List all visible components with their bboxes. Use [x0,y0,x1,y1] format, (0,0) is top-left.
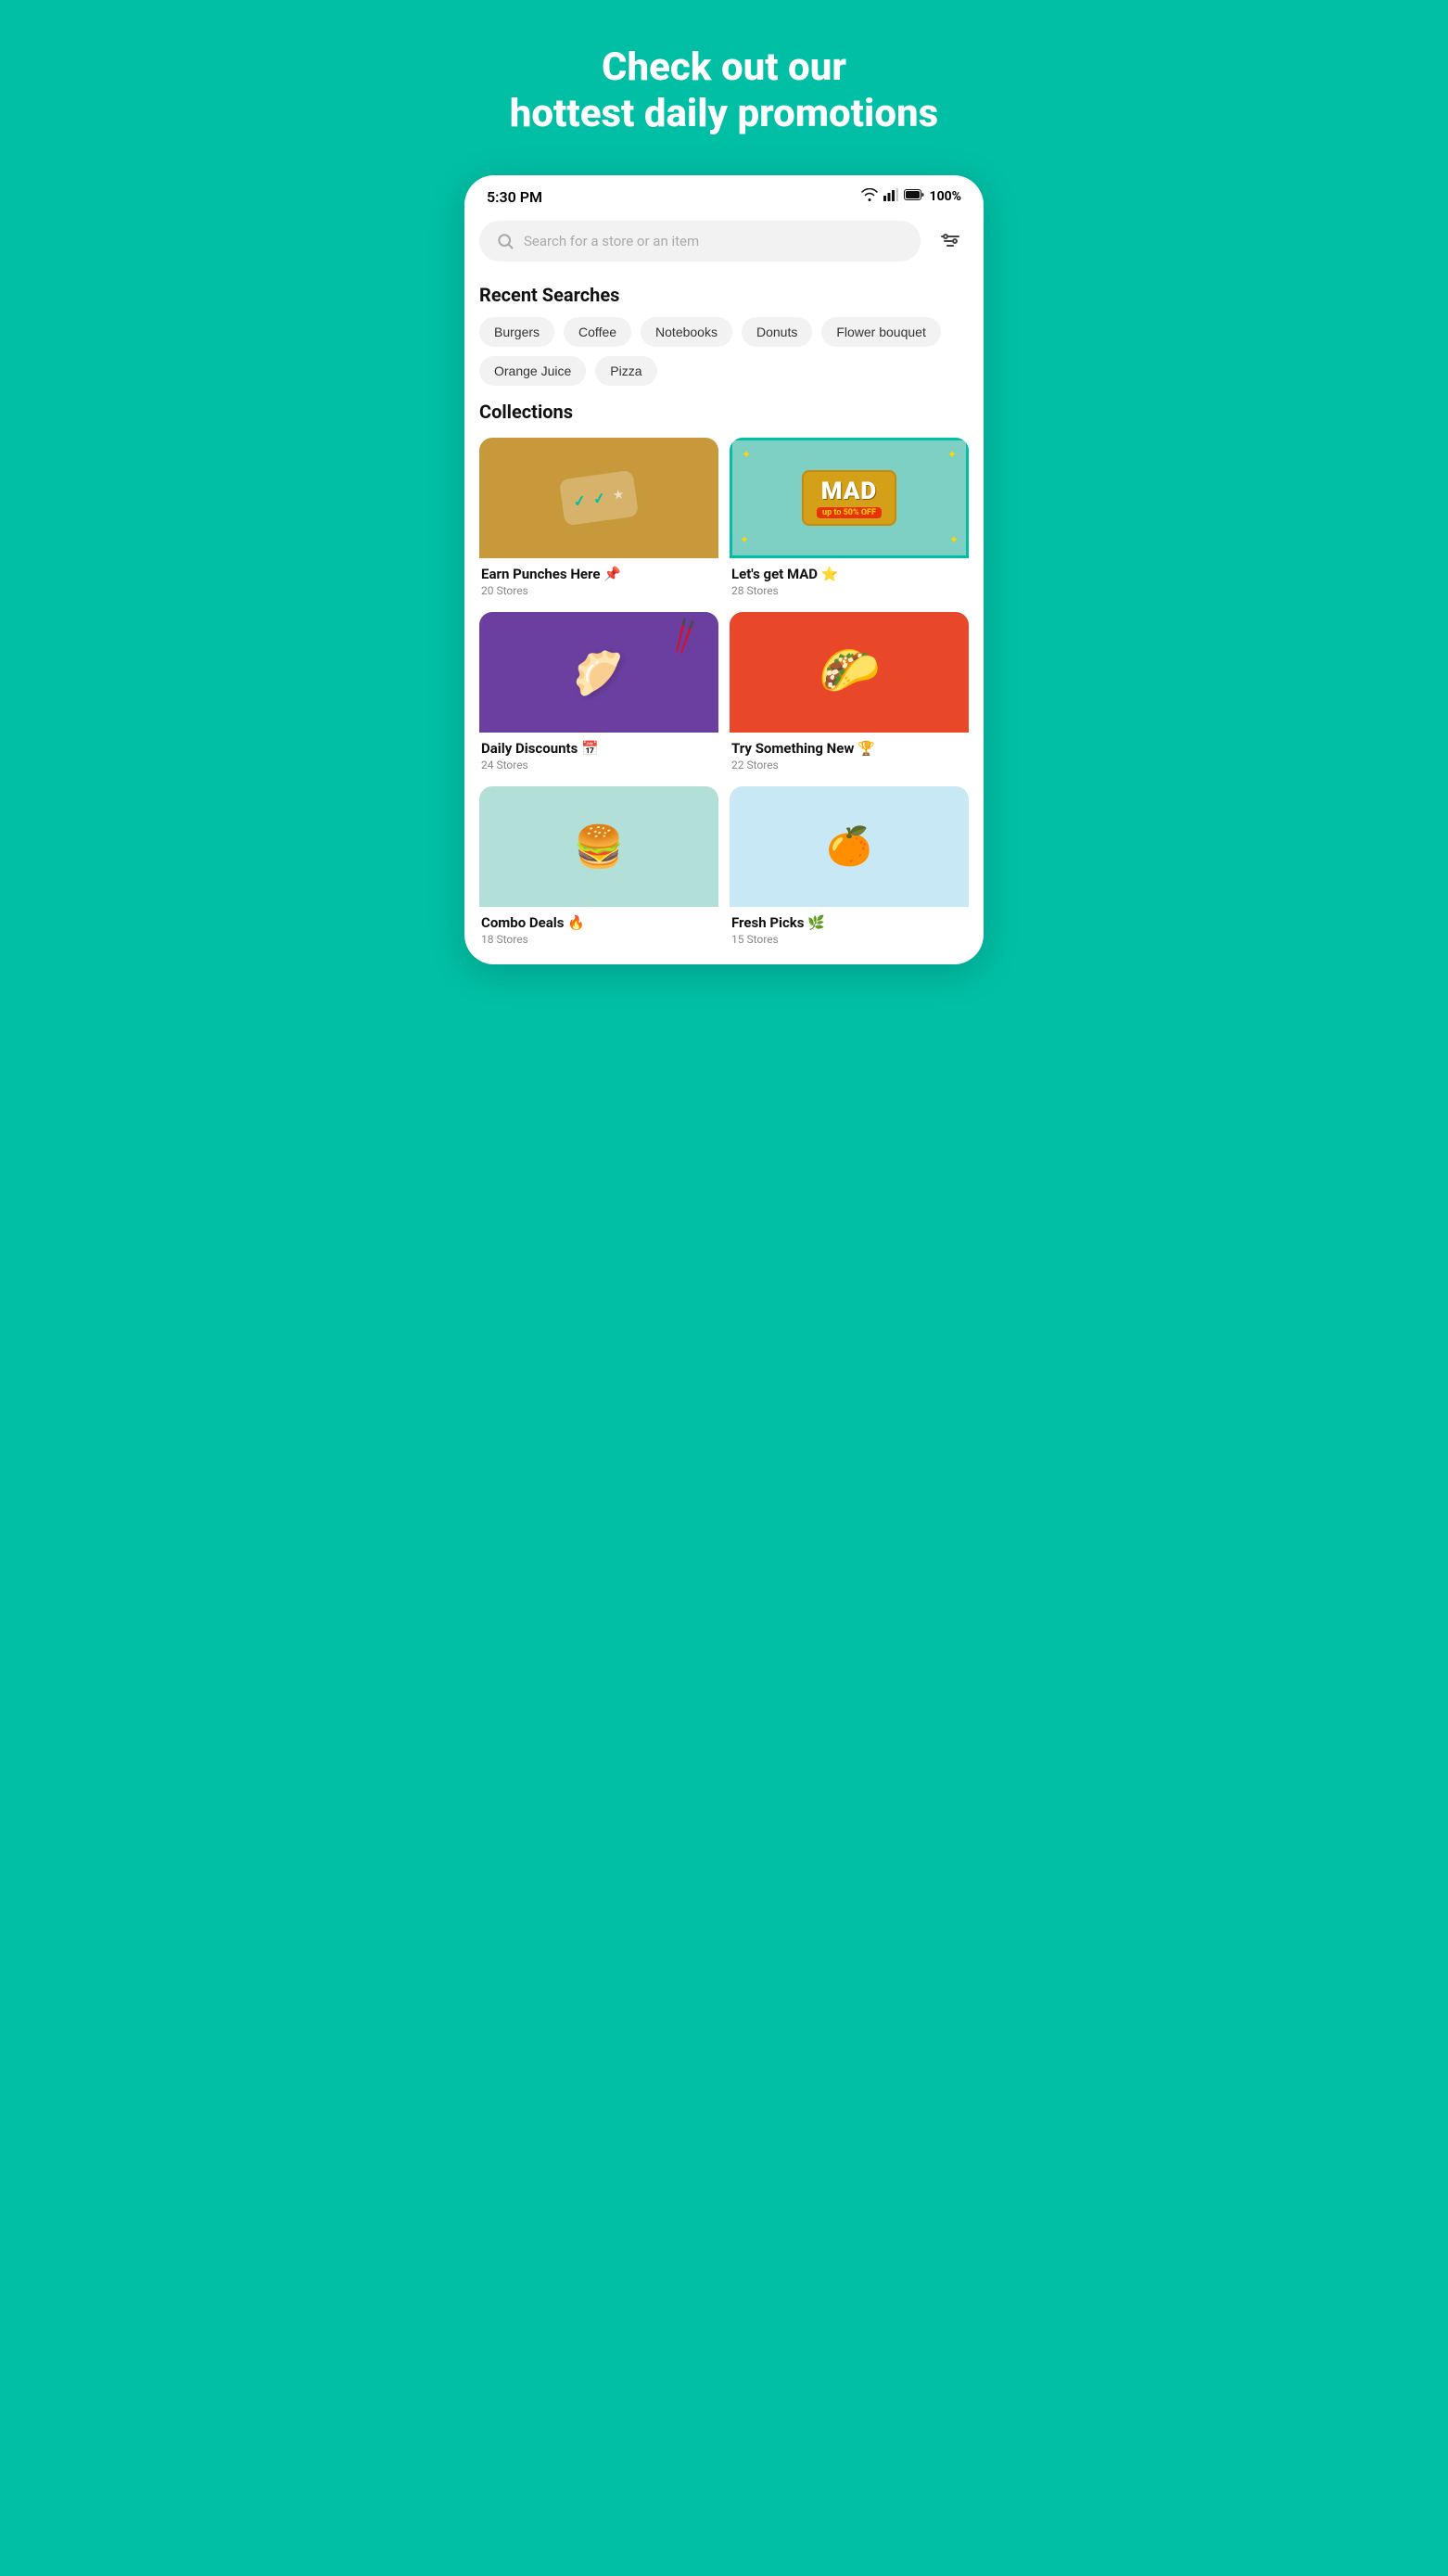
status-icons: 100% [861,188,961,205]
chip-orange-juice[interactable]: Orange Juice [479,356,586,386]
search-row: Search for a store or an item [464,213,984,276]
chip-notebooks[interactable]: Notebooks [641,317,732,347]
collection-card-try-new[interactable]: 🌮 Try Something New 🏆 22 Stores [730,612,969,775]
card-daily-discounts-info: Daily Discounts 📅 24 Stores [479,733,718,775]
mad-sign: MAD up to 50% OFF [802,470,896,526]
sparkle-2: ✦ [947,448,957,461]
card-try-new-stores: 22 Stores [731,759,967,772]
card-mad-info: Let's get MAD ⭐ 28 Stores [730,558,969,601]
card-bottom1-image: 🍔 [479,786,718,907]
battery-percent: 100% [930,189,961,204]
card-earn-punches-info: Earn Punches Here 📌 20 Stores [479,558,718,601]
chip-flower-bouquet[interactable]: Flower bouquet [821,317,941,347]
time: 5:30 PM [487,188,542,206]
search-bar[interactable]: Search for a store or an item [479,221,921,261]
taco-icon: 🌮 [815,639,883,705]
wifi-icon [861,188,878,205]
collections-grid: ✓ ✓ ★ Earn Punches Here 📌 20 Stores ✦ ✦ … [464,434,984,950]
card-bottom2-info: Fresh Picks 🌿 15 Stores [730,907,969,950]
sparkle-4: ✦ [949,533,959,546]
dumpling-icon: 🥟 [565,640,632,706]
card-bottom1-name: Combo Deals 🔥 [481,914,717,931]
collection-card-earn-punches[interactable]: ✓ ✓ ★ Earn Punches Here 📌 20 Stores [479,438,718,601]
card-bottom1-info: Combo Deals 🔥 18 Stores [479,907,718,950]
status-bar: 5:30 PM [464,175,984,213]
card-try-new-info: Try Something New 🏆 22 Stores [730,733,969,775]
signal-icon [883,188,898,205]
filter-button[interactable] [932,223,969,260]
chips-row: Burgers Coffee Notebooks Donuts Flower b… [464,317,984,393]
card-bottom2-image: 🍊 [730,786,969,907]
card-mad-image: ✦ ✦ ✦ ✦ MAD up to 50% OFF [730,438,969,558]
collections-title: Collections [464,393,984,434]
recent-searches-title: Recent Searches [464,276,984,317]
citrus-icon: 🍊 [826,824,872,868]
collection-card-bottom1[interactable]: 🍔 Combo Deals 🔥 18 Stores [479,786,718,950]
card-mad-stores: 28 Stores [731,584,967,597]
card-bottom2-stores: 15 Stores [731,933,967,946]
search-placeholder: Search for a store or an item [524,233,699,249]
card-bottom1-stores: 18 Stores [481,933,717,946]
chip-burgers[interactable]: Burgers [479,317,554,347]
chip-pizza[interactable]: Pizza [595,356,656,386]
punch-card-visual: ✓ ✓ ★ [559,469,639,526]
card-try-new-name: Try Something New 🏆 [731,740,967,757]
card-bottom2-name: Fresh Picks 🌿 [731,914,967,931]
sparkle-3: ✦ [740,533,749,546]
collection-card-bottom2[interactable]: 🍊 Fresh Picks 🌿 15 Stores [730,786,969,950]
phone-frame: 5:30 PM [464,175,984,964]
card-try-new-image: 🌮 [730,612,969,733]
sparkle-1: ✦ [742,448,751,461]
battery-icon [904,189,924,204]
collection-card-mad[interactable]: ✦ ✦ ✦ ✦ MAD up to 50% OFF Let's get MAD … [730,438,969,601]
hero-title: Check out our hottest daily promotions [37,45,1411,138]
hero-section: Check out our hottest daily promotions [0,0,1448,175]
card-daily-discounts-name: Daily Discounts 📅 [481,740,717,757]
card-mad-name: Let's get MAD ⭐ [731,566,967,582]
card-earn-punches-stores: 20 Stores [481,584,717,597]
chip-coffee[interactable]: Coffee [564,317,631,347]
card-daily-discounts-image: 🥟 🥢 [479,612,718,733]
card-daily-discounts-stores: 24 Stores [481,759,717,772]
chip-donuts[interactable]: Donuts [742,317,812,347]
card-earn-punches-name: Earn Punches Here 📌 [481,566,717,582]
collection-card-daily-discounts[interactable]: 🥟 🥢 Daily Discounts 📅 24 Stores [479,612,718,775]
card-earn-punches-image: ✓ ✓ ★ [479,438,718,558]
burger-icon: 🍔 [574,823,625,871]
search-icon [496,232,514,250]
chopstick-icon: 🥢 [661,613,707,658]
